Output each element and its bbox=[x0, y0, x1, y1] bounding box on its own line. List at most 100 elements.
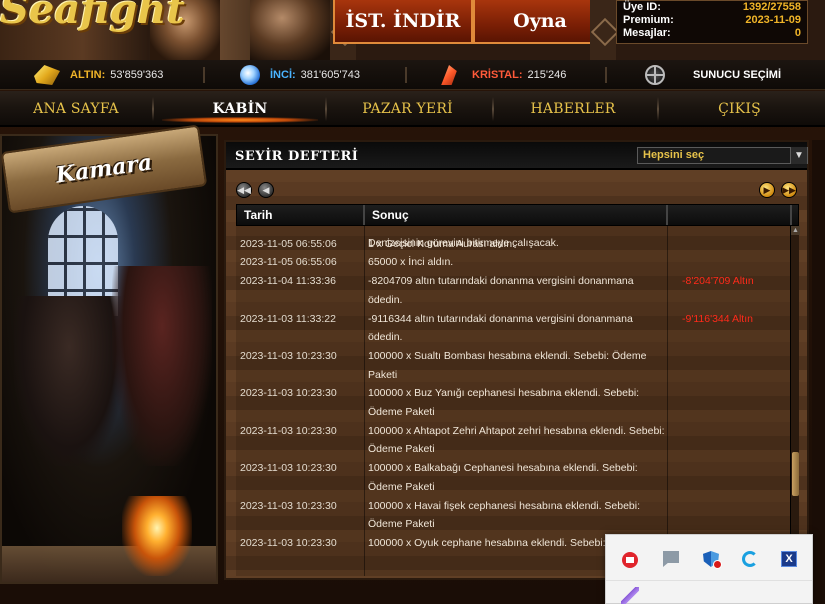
column-header-result: Sonuç bbox=[365, 205, 668, 225]
nav-divider bbox=[492, 97, 494, 121]
nav-logout[interactable]: ÇIKIŞ bbox=[662, 91, 817, 127]
pearl-resource: İNCİ: 381'605'743 bbox=[240, 60, 360, 90]
row-result: 100000 x Buz Yanığı cephanesi hesabına e… bbox=[368, 387, 640, 418]
row-date: 2023-11-05 06:55:06 bbox=[240, 237, 337, 250]
chevron-down-icon[interactable]: ▼ bbox=[790, 147, 807, 164]
messages-label: Mesajlar: bbox=[623, 27, 671, 39]
table-row: 2023-11-04 11:33:36 -8204709 altın tutarı… bbox=[236, 272, 788, 309]
row-amount: -8'204'709 Altın bbox=[682, 275, 754, 288]
system-tray-popup: X bbox=[605, 534, 813, 604]
first-page-icon[interactable]: ◀◀ bbox=[236, 182, 252, 198]
record-icon[interactable] bbox=[622, 552, 638, 568]
scroll-up-icon[interactable]: ▲ bbox=[791, 226, 800, 235]
column-header-amount bbox=[668, 205, 792, 225]
table-row: 2023-11-03 10:23:30 100000 x Ahtapot Zehr… bbox=[236, 422, 788, 459]
filter-select-value: Hepsini seç bbox=[643, 149, 705, 161]
row-result: 100000 x Ahtapot Zehri Ahtapot zehri hes… bbox=[368, 424, 665, 456]
row-result: -9116344 altın tutarındaki donanma vergi… bbox=[368, 312, 633, 344]
table-row: 2023-11-03 11:33:22 -9116344 altın tutarı… bbox=[236, 310, 788, 347]
logbook-title: SEYİR DEFTERİ bbox=[235, 149, 359, 164]
top-banner: Seafight İST. İNDİR Oyna Üye ID: 1392/275… bbox=[0, 0, 825, 60]
row-result: 100000 x Balkabağı Cephanesi hesabına ek… bbox=[368, 462, 638, 493]
cabin-banner-text: Kamara bbox=[54, 149, 154, 189]
messages-value[interactable]: 0 bbox=[795, 27, 801, 40]
tray-divider bbox=[606, 580, 812, 581]
row-date: 2023-11-03 10:23:30 bbox=[240, 536, 337, 549]
logbook-table: Tarih Sonuç Denizcisinin görevini bitirm… bbox=[236, 204, 800, 576]
nav-divider bbox=[325, 97, 327, 121]
next-page-icon[interactable]: ▶ bbox=[759, 182, 775, 198]
pirate-figure-art bbox=[112, 266, 212, 466]
nav-divider bbox=[152, 97, 154, 121]
app-x-icon[interactable]: X bbox=[781, 551, 797, 567]
download-button[interactable]: İST. İNDİR bbox=[333, 0, 473, 44]
nav-cabin[interactable]: KABİN bbox=[162, 91, 318, 127]
nav-marketplace[interactable]: PAZAR YERİ bbox=[330, 91, 485, 127]
table-row: 2023-11-03 10:23:30 100000 x Balkabağı Ce… bbox=[236, 459, 788, 496]
resource-divider bbox=[203, 67, 205, 83]
logbook-header: SEYİR DEFTERİ Hepsini seç ▼ bbox=[226, 142, 808, 170]
gold-resource: ALTIN: 53'859'363 bbox=[34, 60, 163, 90]
server-select-label: SUNUCU SEÇİMİ bbox=[693, 69, 782, 81]
last-page-icon[interactable]: ▶▶ bbox=[781, 182, 797, 198]
nav-news[interactable]: HABERLER bbox=[495, 91, 651, 127]
main-nav: ANA SAYFA KABİN PAZAR YERİ HABERLER ÇIKI… bbox=[0, 91, 825, 127]
banner-ornament-right bbox=[590, 0, 616, 60]
gold-icon bbox=[34, 65, 60, 85]
row-result: 100000 x Sualtı Bombası hesabına eklendi… bbox=[368, 349, 647, 381]
game-logo[interactable]: Seafight bbox=[0, 0, 330, 60]
row-date: 2023-11-03 10:23:30 bbox=[240, 349, 337, 362]
g-hub-icon[interactable] bbox=[742, 551, 758, 567]
premium-value: 2023-11-09 bbox=[745, 14, 801, 26]
resource-divider bbox=[405, 67, 407, 83]
nav-divider bbox=[657, 97, 659, 121]
row-amount: -9'116'344 Altın bbox=[682, 312, 753, 325]
pirate-figure-art bbox=[14, 296, 124, 466]
premium-label: Premium: bbox=[623, 14, 674, 26]
row-result: 1 x Geçici Koruma Aurası aldın. bbox=[368, 237, 516, 250]
filter-select[interactable]: Hepsini seç ▼ bbox=[637, 147, 808, 164]
table-row: 2023-11-03 10:23:30 100000 x Buz Yanığı c… bbox=[236, 384, 788, 421]
pen-icon[interactable] bbox=[621, 587, 639, 604]
gold-value: 53'859'363 bbox=[110, 69, 164, 81]
pirate-portrait-right bbox=[250, 0, 330, 60]
pearl-label: İNCİ: bbox=[270, 69, 296, 81]
row-date: 2023-11-04 11:33:36 bbox=[240, 275, 336, 288]
globe-icon bbox=[645, 65, 665, 85]
pearl-value: 381'605'743 bbox=[300, 69, 360, 81]
game-window: Seafight İST. İNDİR Oyna Üye ID: 1392/275… bbox=[0, 0, 825, 604]
shield-alert-icon bbox=[713, 560, 722, 569]
user-id-value: 1392/27558 bbox=[742, 1, 801, 13]
row-date: 2023-11-03 11:33:22 bbox=[240, 312, 336, 325]
row-result: 100000 x Havai fişek cephanesi hesabına … bbox=[368, 499, 641, 531]
row-date: 2023-11-05 06:55:06 bbox=[240, 256, 337, 269]
table-body: Denizcisinin görevini bitirmeye çalışaca… bbox=[236, 226, 788, 576]
resource-bar: ALTIN: 53'859'363 İNCİ: 381'605'743 KRİS… bbox=[0, 60, 825, 90]
table-scrollbar[interactable]: ▲ bbox=[790, 226, 800, 576]
flag-icon[interactable] bbox=[663, 551, 679, 567]
row-date: 2023-11-03 10:23:30 bbox=[240, 499, 337, 512]
table-row: 2023-11-03 10:23:30 100000 x Havai fişek … bbox=[236, 497, 788, 534]
lantern-art bbox=[122, 496, 192, 576]
table-header: Tarih Sonuç bbox=[236, 204, 799, 226]
user-id-label: Üye ID: bbox=[623, 1, 661, 13]
play-button[interactable]: Oyna bbox=[473, 0, 607, 44]
nav-home[interactable]: ANA SAYFA bbox=[0, 91, 152, 127]
previous-page-icon[interactable]: ◀ bbox=[258, 182, 274, 198]
crystal-value: 215'246 bbox=[527, 69, 567, 81]
scrollbar-thumb[interactable] bbox=[792, 452, 799, 496]
gold-label: ALTIN: bbox=[70, 69, 106, 81]
column-header-date: Tarih bbox=[237, 205, 365, 225]
row-result: -8204709 altın tutarındaki donanma vergi… bbox=[368, 275, 634, 306]
logbook-panel: SEYİR DEFTERİ Hepsini seç ▼ ◀◀ ◀ ▶ ▶▶ Ta… bbox=[224, 140, 809, 580]
pearl-icon bbox=[240, 65, 260, 85]
crystal-resource: KRİSTAL: 215'246 bbox=[436, 60, 566, 90]
table-row: 2023-11-03 10:23:30 100000 x Sualtı Bomba… bbox=[236, 347, 788, 384]
row-result: 65000 x İnci aldın. bbox=[368, 256, 454, 269]
row-date: 2023-11-03 10:23:30 bbox=[240, 462, 337, 475]
table-row: 2023-11-05 06:55:06 65000 x İnci aldın. bbox=[236, 253, 788, 272]
user-info-panel: Üye ID: 1392/27558 Premium: 2023-11-09 Mes… bbox=[616, 0, 808, 44]
crystal-icon bbox=[441, 65, 457, 85]
server-select-button[interactable]: SUNUCU SEÇİMİ bbox=[645, 60, 786, 90]
crystal-label: KRİSTAL: bbox=[472, 69, 523, 81]
